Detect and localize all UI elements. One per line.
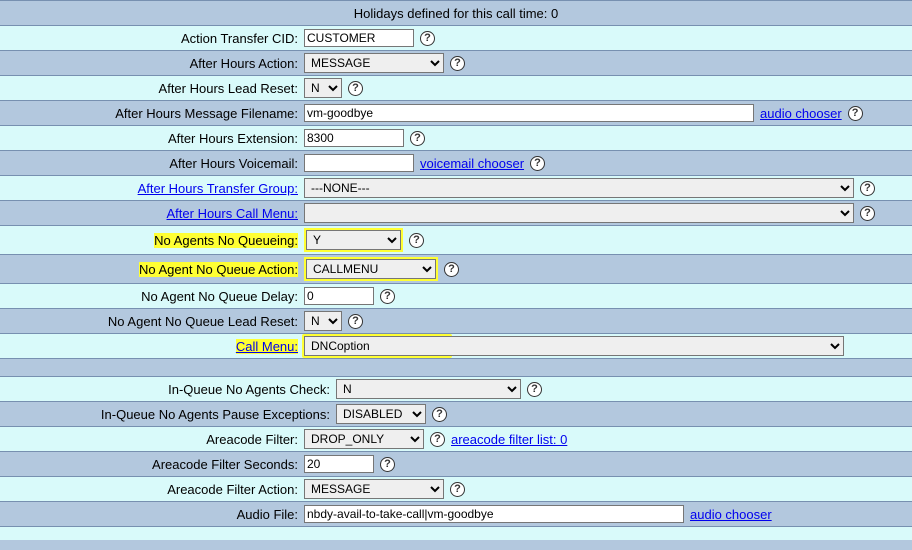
input-after-hours-msg-filename[interactable]: [304, 104, 754, 122]
label-no-agents-no-q: No Agents No Queueing:: [154, 233, 298, 248]
row-no-agents-no-q: No Agents No Queueing: Y ?: [0, 225, 912, 254]
help-icon[interactable]: ?: [348, 81, 363, 96]
label-areacode-filter-sec: Areacode Filter Seconds:: [4, 457, 304, 472]
label-link-after-hours-transfer-group[interactable]: After Hours Transfer Group:: [138, 181, 298, 196]
row-after-hours-transfer-group: After Hours Transfer Group: ---NONE--- ?: [0, 175, 912, 200]
label-after-hours-action: After Hours Action:: [4, 56, 304, 71]
help-icon[interactable]: ?: [450, 482, 465, 497]
row-after-hours-action: After Hours Action: MESSAGE ?: [0, 50, 912, 75]
help-icon[interactable]: ?: [410, 131, 425, 146]
label-link-after-hours-call-menu[interactable]: After Hours Call Menu:: [167, 206, 299, 221]
label-link-call-menu[interactable]: Call Menu:: [236, 339, 298, 354]
help-icon[interactable]: ?: [409, 233, 424, 248]
label-no-agent-no-q-delay: No Agent No Queue Delay:: [4, 289, 304, 304]
help-icon[interactable]: ?: [380, 289, 395, 304]
input-after-hours-vm[interactable]: [304, 154, 414, 172]
help-icon[interactable]: ?: [450, 56, 465, 71]
row-no-agent-no-q-action: No Agent No Queue Action: CALLMENU ?: [0, 254, 912, 283]
help-icon[interactable]: ?: [420, 31, 435, 46]
label-after-hours-ext: After Hours Extension:: [4, 131, 304, 146]
select-after-hours-lead-reset[interactable]: N: [304, 78, 342, 98]
select-inqueue-no-agents-check[interactable]: N: [336, 379, 521, 399]
help-icon[interactable]: ?: [860, 206, 875, 221]
input-no-agent-no-q-delay[interactable]: [304, 287, 374, 305]
row-audio-file: Audio File: audio chooser: [0, 501, 912, 526]
help-icon[interactable]: ?: [527, 382, 542, 397]
select-inqueue-no-agents-pause-ex[interactable]: DISABLED: [336, 404, 426, 424]
link-voicemail-chooser[interactable]: voicemail chooser: [420, 156, 524, 171]
input-action-transfer-cid[interactable]: [304, 29, 414, 47]
help-icon[interactable]: ?: [430, 432, 445, 447]
label-after-hours-vm: After Hours Voicemail:: [4, 156, 304, 171]
row-inqueue-no-agents-check: In-Queue No Agents Check: N ?: [0, 376, 912, 401]
label-areacode-filter: Areacode Filter:: [4, 432, 304, 447]
help-icon[interactable]: ?: [380, 457, 395, 472]
help-icon[interactable]: ?: [848, 106, 863, 121]
row-after-hours-vm: After Hours Voicemail: voicemail chooser…: [0, 150, 912, 175]
row-no-agent-no-q-delay: No Agent No Queue Delay: ?: [0, 283, 912, 308]
select-after-hours-action[interactable]: MESSAGE: [304, 53, 444, 73]
input-audio-file[interactable]: [304, 505, 684, 523]
row-areacode-filter: Areacode Filter: DROP_ONLY ? areacode fi…: [0, 426, 912, 451]
label-after-hours-lead-reset: After Hours Lead Reset:: [4, 81, 304, 96]
link-audio-chooser[interactable]: audio chooser: [690, 507, 772, 522]
select-no-agent-no-q-action[interactable]: CALLMENU: [306, 259, 436, 279]
holidays-text: Holidays defined for this call time: 0: [4, 6, 908, 21]
row-call-menu: Call Menu: DNCoption: [0, 333, 912, 358]
help-icon[interactable]: ?: [432, 407, 447, 422]
select-call-menu[interactable]: DNCoption: [304, 336, 844, 356]
help-icon[interactable]: ?: [530, 156, 545, 171]
row-after-hours-msg-filename: After Hours Message Filename: audio choo…: [0, 100, 912, 125]
label-audio-file: Audio File:: [4, 507, 304, 522]
label-no-agent-no-q-action: No Agent No Queue Action:: [139, 262, 298, 277]
select-areacode-filter[interactable]: DROP_ONLY: [304, 429, 424, 449]
row-holidays: Holidays defined for this call time: 0: [0, 0, 912, 25]
help-icon[interactable]: ?: [348, 314, 363, 329]
label-after-hours-msg-filename: After Hours Message Filename:: [4, 106, 304, 121]
select-after-hours-transfer-group[interactable]: ---NONE---: [304, 178, 854, 198]
row-inqueue-no-agents-pause-ex: In-Queue No Agents Pause Exceptions: DIS…: [0, 401, 912, 426]
link-audio-chooser[interactable]: audio chooser: [760, 106, 842, 121]
row-spacer: [0, 358, 912, 376]
input-areacode-filter-sec[interactable]: [304, 455, 374, 473]
select-areacode-filter-action[interactable]: MESSAGE: [304, 479, 444, 499]
link-areacode-filter-list[interactable]: areacode filter list: 0: [451, 432, 567, 447]
label-inqueue-no-agents-check: In-Queue No Agents Check:: [4, 382, 336, 397]
row-action-transfer-cid: Action Transfer CID: ?: [0, 25, 912, 50]
label-areacode-filter-action: Areacode Filter Action:: [4, 482, 304, 497]
input-after-hours-ext[interactable]: [304, 129, 404, 147]
help-icon[interactable]: ?: [444, 262, 459, 277]
label-no-agent-no-q-lead-reset: No Agent No Queue Lead Reset:: [4, 314, 304, 329]
select-no-agents-no-q[interactable]: Y: [306, 230, 401, 250]
row-after-hours-ext: After Hours Extension: ?: [0, 125, 912, 150]
select-no-agent-no-q-lead-reset[interactable]: N: [304, 311, 342, 331]
help-icon[interactable]: ?: [860, 181, 875, 196]
row-after-hours-lead-reset: After Hours Lead Reset: N ?: [0, 75, 912, 100]
row-areacode-filter-action: Areacode Filter Action: MESSAGE ?: [0, 476, 912, 501]
row-areacode-filter-sec: Areacode Filter Seconds: ?: [0, 451, 912, 476]
row-no-agent-no-q-lead-reset: No Agent No Queue Lead Reset: N ?: [0, 308, 912, 333]
label-action-transfer-cid: Action Transfer CID:: [4, 31, 304, 46]
label-inqueue-no-agents-pause-ex: In-Queue No Agents Pause Exceptions:: [4, 407, 336, 422]
row-bottom-partial: [0, 526, 912, 540]
select-after-hours-call-menu[interactable]: [304, 203, 854, 223]
row-after-hours-call-menu: After Hours Call Menu: ?: [0, 200, 912, 225]
